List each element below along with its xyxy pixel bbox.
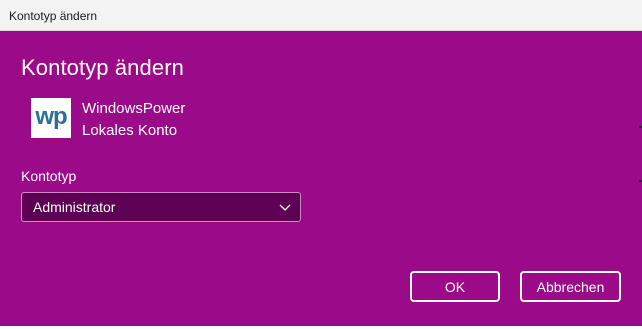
change-account-type-dialog: Kontotyp ändern Kontotyp ändern wp Windo… — [0, 0, 642, 329]
ok-button[interactable]: OK — [410, 271, 500, 302]
account-type-dropdown[interactable]: Administrator — [21, 192, 301, 222]
title-bar[interactable]: Kontotyp ändern — [0, 0, 642, 31]
dialog-heading: Kontotyp ändern — [21, 55, 184, 80]
cancel-button[interactable]: Abbrechen — [520, 271, 621, 302]
account-type-text: Lokales Konto — [82, 122, 178, 139]
avatar-logo: wp — [35, 103, 67, 130]
account-avatar: wp — [31, 98, 71, 138]
account-type-label: Kontotyp — [21, 168, 77, 184]
window-title: Kontotyp ändern — [9, 9, 98, 23]
account-type-selected-value: Administrator — [33, 199, 116, 215]
chevron-down-icon — [279, 204, 291, 211]
account-name: WindowsPower — [82, 100, 186, 117]
